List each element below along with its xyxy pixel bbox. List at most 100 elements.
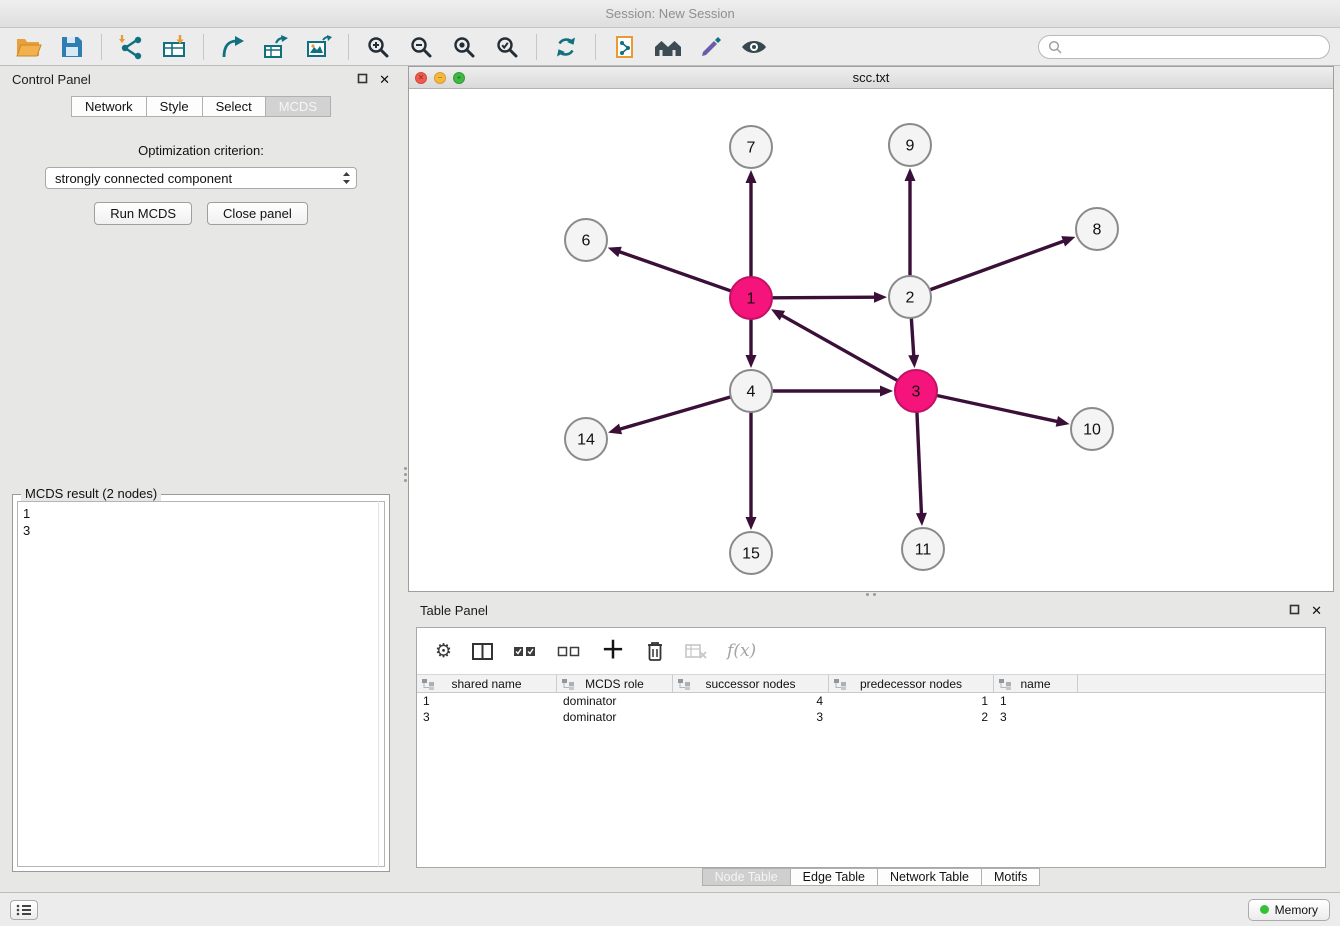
close-panel-icon[interactable]: ✕ — [1311, 604, 1322, 617]
window-zoom-button[interactable]: + — [453, 72, 465, 84]
graph-node-15[interactable]: 15 — [730, 532, 772, 574]
graph-node-4[interactable]: 4 — [730, 370, 772, 412]
zoom-out-button[interactable] — [402, 31, 440, 63]
export-network-button[interactable] — [214, 31, 252, 63]
task-history-button[interactable] — [10, 900, 38, 920]
cell-mcds-role[interactable]: dominator — [557, 694, 673, 708]
refresh-view-button[interactable] — [547, 31, 585, 63]
close-panel-button[interactable]: Close panel — [207, 202, 308, 225]
search-input[interactable] — [1067, 39, 1320, 54]
import-table-button[interactable] — [155, 31, 193, 63]
tab-select[interactable]: Select — [202, 96, 265, 117]
tab-motifs[interactable]: Motifs — [981, 868, 1040, 886]
function-builder-button[interactable]: f(x) — [727, 641, 756, 661]
cell-shared-name[interactable]: 1 — [417, 694, 557, 708]
open-session-button[interactable] — [10, 31, 48, 63]
result-scrollbar[interactable] — [378, 501, 385, 867]
save-session-button[interactable] — [53, 31, 91, 63]
toolbar-separator — [536, 34, 537, 60]
graph-node-10[interactable]: 10 — [1071, 408, 1113, 450]
column-header-shared-name[interactable]: shared name — [417, 675, 557, 692]
window-close-button[interactable]: ✕ — [415, 72, 427, 84]
cell-name[interactable]: 1 — [994, 694, 1078, 708]
first-neighbors-button[interactable] — [649, 31, 687, 63]
float-panel-icon[interactable] — [1289, 603, 1300, 618]
edge-1-6[interactable] — [618, 251, 730, 290]
delete-table-button[interactable] — [685, 643, 707, 659]
svg-text:1: 1 — [747, 291, 756, 308]
column-header-name[interactable]: name — [994, 675, 1078, 692]
criterion-dropdown[interactable]: strongly connected component — [45, 167, 357, 189]
graph-node-9[interactable]: 9 — [889, 124, 931, 166]
create-column-button[interactable]: ＋ — [601, 639, 625, 663]
zoom-out-icon — [409, 35, 433, 59]
export-image-button[interactable] — [300, 31, 338, 63]
zoom-fit-button[interactable] — [445, 31, 483, 63]
edge-arrowhead-icon — [746, 170, 757, 183]
graph-node-3[interactable]: 3 — [895, 370, 937, 412]
show-columns-button[interactable] — [472, 643, 493, 660]
network-canvas[interactable]: 1 2 3 4 6 7 8 9 10 11 14 15 — [409, 89, 1333, 591]
network-window-titlebar[interactable]: scc.txt ✕ − + — [409, 67, 1333, 89]
edge-3-10[interactable] — [938, 396, 1059, 422]
edge-arrowhead-icon — [908, 355, 919, 368]
cell-predecessor-nodes[interactable]: 2 — [829, 710, 994, 724]
cell-successor-nodes[interactable]: 4 — [673, 694, 829, 708]
show-hide-graphics-button[interactable] — [735, 31, 773, 63]
import-network-button[interactable] — [112, 31, 150, 63]
apply-layout-button[interactable] — [606, 31, 644, 63]
tab-mcds[interactable]: MCDS — [265, 96, 331, 117]
zoom-selected-button[interactable] — [488, 31, 526, 63]
svg-text:9: 9 — [906, 138, 915, 155]
delete-column-button[interactable] — [645, 640, 665, 662]
tab-node-table[interactable]: Node Table — [702, 868, 790, 886]
select-all-columns-button[interactable] — [513, 645, 537, 658]
graph-node-8[interactable]: 8 — [1076, 208, 1118, 250]
search-box[interactable] — [1038, 35, 1330, 59]
window-minimize-button[interactable]: − — [434, 72, 446, 84]
cell-shared-name[interactable]: 3 — [417, 710, 557, 724]
edge-2-3[interactable] — [911, 319, 913, 357]
edge-4-14[interactable] — [619, 397, 730, 429]
tab-network[interactable]: Network — [71, 96, 146, 117]
node-table-area: ⚙ ＋ f(x) shared nameMCDS r — [416, 627, 1326, 868]
edge-3-1[interactable] — [781, 315, 897, 381]
tab-network-table[interactable]: Network Table — [877, 868, 981, 886]
column-header-predecessor-nodes[interactable]: predecessor nodes — [829, 675, 994, 692]
window-title: Session: New Session — [605, 6, 734, 21]
table-row[interactable]: 3dominator323 — [417, 709, 1325, 725]
column-header-successor-nodes[interactable]: successor nodes — [673, 675, 829, 692]
table-settings-button[interactable]: ⚙ — [435, 642, 452, 661]
deselect-all-columns-button[interactable] — [557, 645, 581, 658]
table-row[interactable]: 1dominator411 — [417, 693, 1325, 709]
graph-node-1[interactable]: 1 — [730, 277, 772, 319]
trash-icon — [645, 640, 665, 662]
cell-name[interactable]: 3 — [994, 710, 1078, 724]
cell-successor-nodes[interactable]: 3 — [673, 710, 829, 724]
mcds-result-group: MCDS result (2 nodes) 13 — [12, 494, 390, 872]
graph-node-2[interactable]: 2 — [889, 276, 931, 318]
column-header-mcds-role[interactable]: MCDS role — [557, 675, 673, 692]
edge-3-11[interactable] — [917, 413, 922, 515]
edge-arrowhead-icon — [880, 386, 893, 397]
export-table-button[interactable] — [257, 31, 295, 63]
edge-arrowhead-icon — [1056, 416, 1070, 427]
float-panel-icon[interactable] — [357, 72, 368, 87]
tab-style[interactable]: Style — [146, 96, 202, 117]
paint-style-button[interactable] — [692, 31, 730, 63]
edge-1-2[interactable] — [773, 297, 876, 298]
cell-predecessor-nodes[interactable]: 1 — [829, 694, 994, 708]
graph-node-7[interactable]: 7 — [730, 126, 772, 168]
graph-node-6[interactable]: 6 — [565, 219, 607, 261]
graph-node-14[interactable]: 14 — [565, 418, 607, 460]
mcds-result-list[interactable]: 13 — [17, 501, 385, 867]
cell-mcds-role[interactable]: dominator — [557, 710, 673, 724]
edge-2-8[interactable] — [931, 241, 1065, 290]
memory-button[interactable]: Memory — [1248, 899, 1330, 921]
run-mcds-button[interactable]: Run MCDS — [94, 202, 192, 225]
network-graph[interactable]: 1 2 3 4 6 7 8 9 10 11 14 15 — [409, 89, 1333, 591]
tab-edge-table[interactable]: Edge Table — [790, 868, 877, 886]
zoom-in-button[interactable] — [359, 31, 397, 63]
close-panel-icon[interactable]: ✕ — [379, 73, 390, 86]
graph-node-11[interactable]: 11 — [902, 528, 944, 570]
